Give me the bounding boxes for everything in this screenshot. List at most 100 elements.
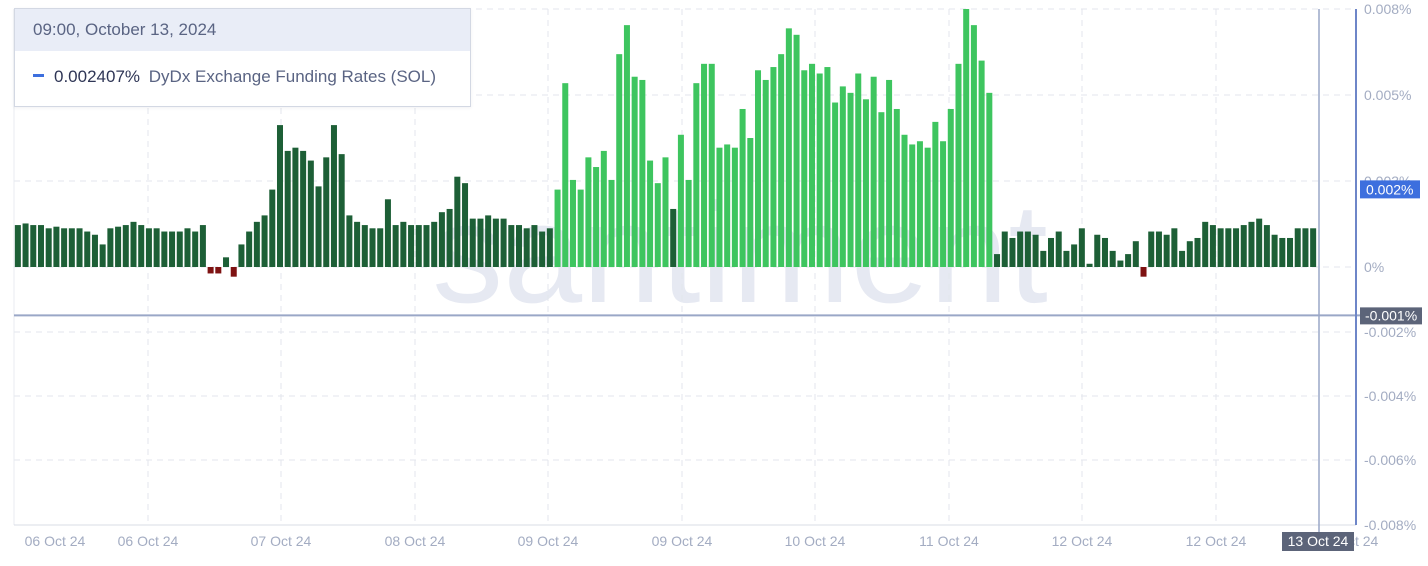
bar — [1140, 267, 1147, 277]
bar — [1294, 228, 1301, 267]
bar — [762, 79, 769, 267]
bar — [824, 67, 831, 267]
bar — [616, 54, 623, 268]
bar — [377, 228, 384, 267]
bar — [716, 147, 723, 267]
series-color-icon — [33, 74, 44, 78]
bar — [516, 225, 523, 267]
bar — [223, 257, 230, 267]
bar — [1094, 234, 1101, 267]
x-tick-label: 09 Oct 24 — [652, 533, 713, 549]
bar — [608, 179, 615, 267]
bar — [161, 231, 168, 267]
y-tick-label: 0.005% — [1364, 87, 1411, 103]
y-tick-label: -0.002% — [1364, 324, 1416, 340]
bar — [145, 228, 152, 267]
bar — [531, 225, 538, 267]
hover-date-label: 13 Oct 24 — [1288, 533, 1349, 549]
bar — [238, 244, 245, 267]
bar — [1310, 228, 1317, 267]
bar — [855, 73, 862, 267]
bar — [639, 79, 646, 267]
bar — [593, 167, 600, 267]
bar — [400, 221, 407, 267]
bar — [508, 225, 515, 267]
y-tick-label: -0.006% — [1364, 452, 1416, 468]
bar — [654, 183, 661, 267]
bar — [469, 218, 476, 268]
bar — [569, 179, 576, 267]
bar — [91, 234, 98, 267]
tooltip-value: 0.002407% — [54, 67, 141, 86]
bar — [392, 225, 399, 267]
bar — [747, 138, 754, 267]
bar — [37, 225, 44, 267]
bar — [454, 176, 461, 267]
bar — [169, 231, 176, 267]
bar — [631, 76, 638, 267]
bar — [423, 225, 430, 267]
bar — [130, 221, 137, 267]
x-tick-label: 12 Oct 24 — [1186, 533, 1247, 549]
tooltip-datetime: 09:00, October 13, 2024 — [15, 9, 470, 51]
bar — [1132, 241, 1139, 267]
bar — [477, 218, 484, 268]
bar — [685, 179, 692, 267]
bar — [801, 70, 808, 268]
bar — [955, 63, 962, 267]
bar — [1048, 237, 1055, 267]
bar — [354, 221, 361, 267]
bar — [30, 225, 37, 267]
bar — [1263, 225, 1270, 267]
bar — [246, 231, 253, 267]
bar — [269, 189, 276, 267]
bar — [839, 86, 846, 268]
bar — [909, 144, 916, 267]
bar — [315, 186, 322, 268]
bar — [1256, 218, 1263, 268]
bar — [1287, 237, 1294, 267]
bar — [292, 147, 299, 267]
bar — [708, 63, 715, 267]
bar — [45, 228, 52, 267]
bar — [893, 108, 900, 267]
bar — [1148, 231, 1155, 267]
bar — [115, 226, 122, 267]
bar — [1024, 231, 1031, 267]
bar — [485, 215, 492, 267]
bar — [554, 189, 561, 267]
bar — [1248, 221, 1255, 267]
bar — [546, 228, 553, 267]
bar — [384, 199, 391, 267]
current-value-label: 0.002% — [1366, 181, 1413, 197]
bar — [300, 150, 307, 267]
bar — [924, 147, 931, 267]
bar — [1071, 244, 1078, 267]
bar — [261, 215, 268, 267]
data-tooltip: 09:00, October 13, 2024 0.002407% DyDx E… — [14, 8, 471, 107]
bar — [369, 228, 376, 267]
bar — [793, 34, 800, 267]
bar — [647, 160, 654, 267]
bar — [215, 267, 222, 274]
bar — [963, 9, 970, 267]
bar — [361, 225, 368, 267]
bar — [1163, 234, 1170, 267]
bar — [1302, 228, 1309, 267]
bar — [623, 25, 630, 268]
x-axis: 06 Oct 24 06 Oct 24 07 Oct 24 08 Oct 24 09 O… — [25, 532, 1379, 551]
y-axis: 0.008%0.005%0.003%0%-0.002%-0.004%-0.006… — [1360, 1, 1422, 533]
bar — [755, 70, 762, 268]
bar — [230, 267, 237, 277]
bar — [978, 60, 985, 267]
bar — [970, 25, 977, 268]
bar — [184, 228, 191, 267]
bar — [1155, 231, 1162, 267]
bar — [901, 134, 908, 267]
bar — [832, 102, 839, 268]
bar — [770, 67, 777, 267]
bar — [932, 121, 939, 268]
bar — [22, 223, 29, 267]
bar — [346, 215, 353, 267]
x-tick-label: 12 Oct 24 — [1052, 533, 1113, 549]
